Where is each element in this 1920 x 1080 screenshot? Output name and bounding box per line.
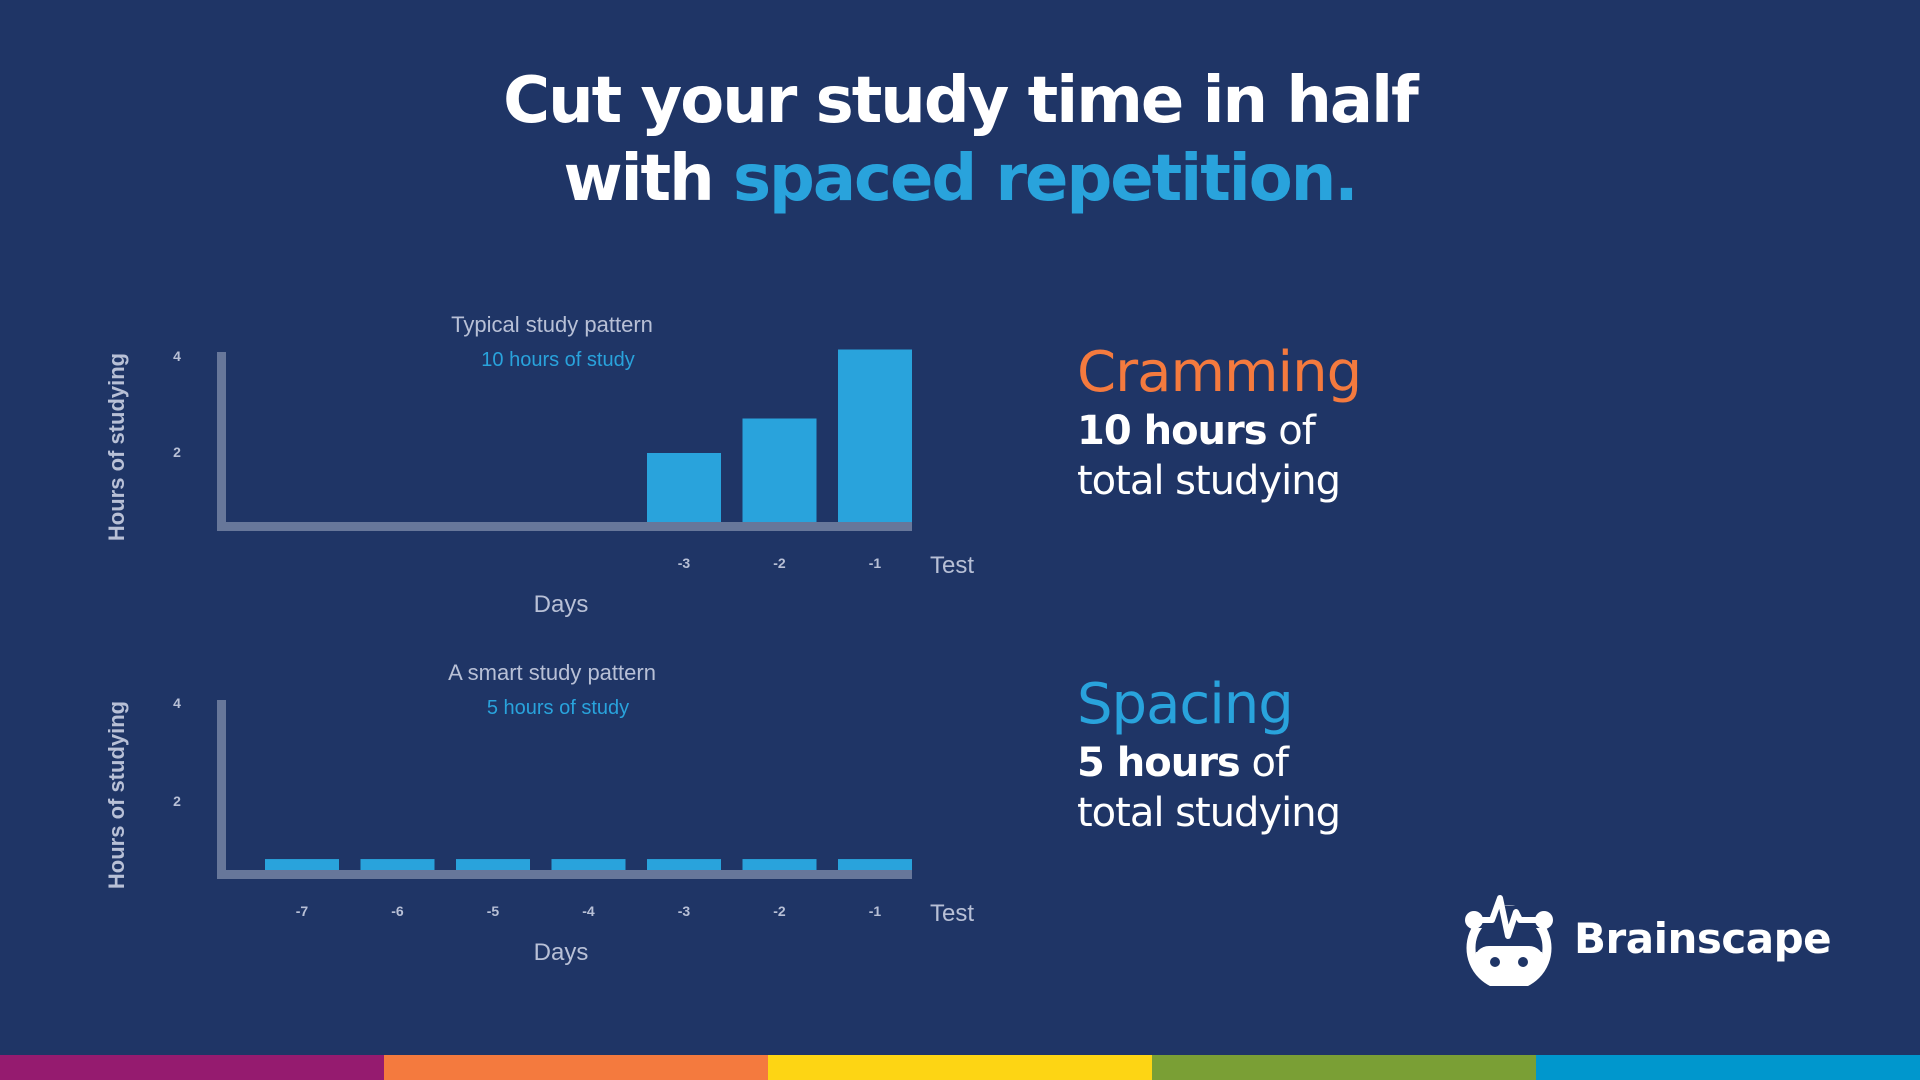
- bar-day-minus-4: [551, 859, 626, 870]
- bar-day-minus-3: [647, 859, 721, 870]
- cramming-line-1: 10 hours of: [1077, 406, 1361, 456]
- cramming-hours: 10 hours: [1077, 408, 1268, 454]
- y-axis-label: Hours of studying: [104, 353, 129, 541]
- bar-day-minus-7: [265, 859, 339, 870]
- cramming-title: Cramming: [1077, 340, 1362, 405]
- brain-robot-icon: [1465, 895, 1556, 986]
- cramming-of: of: [1266, 408, 1316, 454]
- spacing-hours: 5 hours: [1077, 740, 1241, 786]
- spacing-of: of: [1239, 740, 1289, 786]
- y-tick-label: 4: [173, 695, 181, 711]
- bar-day-minus-2: [742, 859, 817, 870]
- spacing-line-2: total studying: [1077, 790, 1341, 836]
- chart-title: A smart study pattern: [448, 660, 656, 685]
- y-axis-line: [217, 352, 226, 531]
- x-tick-label: -7: [296, 903, 309, 919]
- y-tick-label: 2: [173, 444, 181, 460]
- spacing-summary: Spacing 5 hours of total studying: [1077, 672, 1341, 838]
- bar-day-minus-6: [360, 859, 435, 870]
- cramming-line-2: total studying: [1077, 458, 1341, 504]
- x-axis-line: [217, 522, 912, 531]
- bar-day-minus-5: [456, 859, 530, 870]
- chart-title: Typical study pattern: [451, 312, 653, 337]
- x-tick-label: -3: [678, 903, 691, 919]
- bar-day-minus-1: [838, 349, 912, 522]
- x-tick-label: -2: [773, 903, 786, 919]
- x-axis-label: Days: [534, 939, 589, 966]
- y-tick-label: 4: [173, 348, 181, 364]
- stripe-segment: [384, 1055, 768, 1080]
- chart-subtitle: 5 hours of study: [487, 697, 629, 719]
- x-end-label-test: Test: [930, 900, 974, 927]
- y-tick-label: 2: [173, 793, 181, 809]
- stripe-segment: [768, 1055, 1152, 1080]
- y-axis-line: [217, 700, 226, 879]
- x-tick-label: -1: [869, 903, 882, 919]
- brainscape-logo: Brainscape: [1462, 890, 1832, 986]
- chart-cramming: Typical study pattern 10 hours of study Ho…: [104, 312, 974, 618]
- x-tick-label: -4: [582, 903, 595, 919]
- stripe-segment: [0, 1055, 384, 1080]
- x-axis-line: [217, 870, 912, 879]
- x-tick-label: -3: [678, 555, 691, 571]
- x-tick-label: -2: [773, 555, 786, 571]
- spacing-title: Spacing: [1077, 672, 1294, 737]
- x-tick-label: -5: [487, 903, 500, 919]
- x-axis-label: Days: [534, 591, 589, 618]
- logo-text: Brainscape: [1574, 913, 1832, 963]
- bar-day-minus-3: [647, 453, 721, 522]
- x-tick-label: -6: [391, 903, 404, 919]
- x-tick-label: -1: [869, 555, 882, 571]
- bar-day-minus-2: [742, 418, 817, 522]
- y-axis-label: Hours of studying: [104, 701, 129, 889]
- spacing-line-1: 5 hours of: [1077, 738, 1340, 788]
- stripe-segment: [1152, 1055, 1536, 1080]
- color-stripe: [0, 1055, 1920, 1080]
- chart-subtitle: 10 hours of study: [481, 349, 634, 371]
- chart-spacing: A smart study pattern 5 hours of study Hou…: [104, 660, 974, 966]
- cramming-summary: Cramming 10 hours of total studying: [1077, 340, 1362, 506]
- stripe-segment: [1536, 1055, 1920, 1080]
- bar-day-minus-1: [838, 859, 912, 870]
- x-end-label-test: Test: [930, 552, 974, 579]
